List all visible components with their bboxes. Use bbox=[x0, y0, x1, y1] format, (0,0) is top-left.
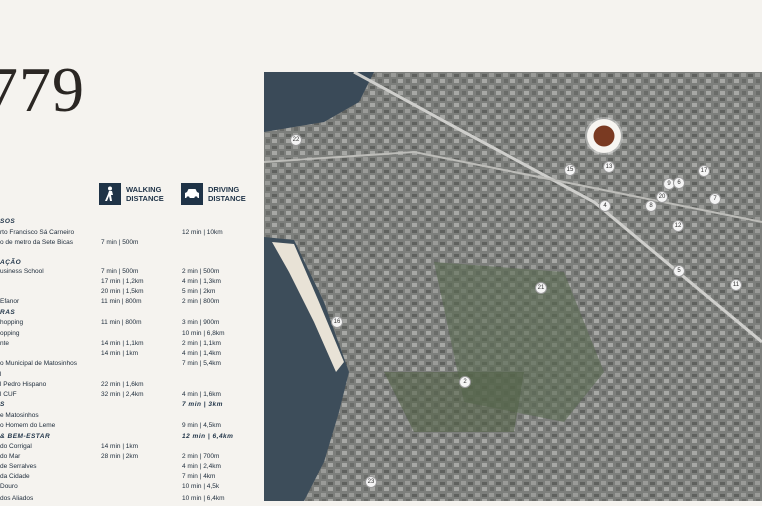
driving-distance: 2 min | 700m bbox=[182, 453, 220, 460]
driving-distance: 4 min | 1,3km bbox=[182, 278, 221, 285]
map-pin[interactable]: 2 bbox=[459, 376, 471, 388]
driving-distance: 4 min | 1,4km bbox=[182, 350, 221, 357]
map-pin[interactable]: 20 bbox=[656, 191, 668, 203]
driving-distance: 2 min | 800m bbox=[182, 298, 220, 305]
map-pin[interactable]: 22 bbox=[290, 134, 302, 146]
walking-distance: 32 min | 2,4km bbox=[101, 391, 144, 398]
place-label: o Homem do Leme bbox=[0, 422, 56, 429]
driving-distance: 12 min | 6,4km bbox=[182, 433, 234, 440]
location-map[interactable]: 22 15 13 17 9 6 7 4 8 12 5 11 21 16 2 23 20 bbox=[264, 72, 762, 501]
place-label: l CUF bbox=[0, 391, 17, 398]
map-pin[interactable]: 21 bbox=[535, 282, 547, 294]
map-pin[interactable]: 4 bbox=[599, 200, 611, 212]
driving-distance: 7 min | 5,4km bbox=[182, 360, 221, 367]
place-label: dos Aliados bbox=[0, 495, 34, 502]
place-label: do Mar bbox=[0, 453, 21, 460]
map-pin[interactable]: 8 bbox=[645, 200, 657, 212]
walking-distance: 22 min | 1,6km bbox=[101, 381, 144, 388]
walking-distance: 20 min | 1,5km bbox=[101, 288, 144, 295]
driving-distance: 10 min | 6,8km bbox=[182, 330, 225, 337]
place-label: do Corrigal bbox=[0, 443, 32, 450]
place-label: Douro bbox=[0, 483, 18, 490]
driving-distance: 4 min | 2,4km bbox=[182, 463, 221, 470]
place-label: e Matosinhos bbox=[0, 412, 39, 419]
walking-distance: 14 min | 1km bbox=[101, 443, 139, 450]
driving-distance: 3 min | 900m bbox=[182, 319, 220, 326]
place-label: o Municipal de Matosinhos bbox=[0, 360, 77, 367]
map-pin[interactable]: 13 bbox=[603, 161, 615, 173]
map-pin[interactable]: 16 bbox=[331, 316, 343, 328]
place-label: usiness School bbox=[0, 268, 44, 275]
place-label: l Pedro Hispano bbox=[0, 381, 47, 388]
driving-distance: 7 min | 4km bbox=[182, 473, 216, 480]
driving-legend: DRIVING DISTANCE bbox=[181, 183, 246, 205]
property-location-marker bbox=[585, 117, 623, 155]
place-label: l bbox=[0, 371, 2, 378]
driving-distance: 2 min | 1,1km bbox=[182, 340, 221, 347]
walking-distance: 11 min | 800m bbox=[101, 298, 142, 305]
driving-distance: 10 min | 6,4km bbox=[182, 495, 225, 502]
place-label: da Cidade bbox=[0, 473, 30, 480]
walking-distance: 17 min | 1,2km bbox=[101, 278, 144, 285]
place-label: SOS bbox=[0, 218, 16, 225]
map-pin[interactable]: 11 bbox=[730, 279, 742, 291]
map-image bbox=[264, 72, 762, 501]
walking-distance: 7 min | 500m bbox=[101, 239, 139, 246]
page-title: 779 bbox=[0, 54, 85, 125]
place-label: AÇÃO bbox=[0, 259, 22, 266]
driving-distance: 4 min | 1,6km bbox=[182, 391, 221, 398]
place-label: & BEM-ESTAR bbox=[0, 433, 51, 440]
walking-legend: WALKING DISTANCE bbox=[99, 183, 164, 205]
driving-distance: 12 min | 10km bbox=[182, 229, 223, 236]
place-label: Efanor bbox=[0, 298, 20, 305]
walking-distance-label: WALKING DISTANCE bbox=[126, 184, 164, 203]
walking-distance: 14 min | 1km bbox=[101, 350, 139, 357]
place-label: opping bbox=[0, 330, 20, 337]
place-label: de Serralves bbox=[0, 463, 37, 470]
car-icon bbox=[181, 183, 203, 205]
map-pin[interactable]: 15 bbox=[564, 164, 576, 176]
walking-distance: 7 min | 500m bbox=[101, 268, 139, 275]
driving-distance: 5 min | 2km bbox=[182, 288, 216, 295]
driving-distance: 9 min | 4,5km bbox=[182, 422, 221, 429]
map-pin[interactable]: 17 bbox=[698, 165, 710, 177]
driving-distance: 2 min | 500m bbox=[182, 268, 220, 275]
place-label: o de metro da Sete Bicas bbox=[0, 239, 73, 246]
place-label: hopping bbox=[0, 319, 24, 326]
map-pin[interactable]: 5 bbox=[673, 265, 685, 277]
place-label: nte bbox=[0, 340, 10, 347]
place-label: rto Francisco Sá Carneiro bbox=[0, 229, 75, 236]
walking-person-icon bbox=[99, 183, 121, 205]
map-pin[interactable]: 23 bbox=[365, 476, 377, 488]
walking-distance: 11 min | 800m bbox=[101, 319, 142, 326]
driving-distance: 7 min | 3km bbox=[182, 401, 223, 408]
driving-distance-label: DRIVING DISTANCE bbox=[208, 184, 246, 203]
place-label: S bbox=[0, 401, 5, 408]
map-pin[interactable]: 12 bbox=[672, 220, 684, 232]
map-pin[interactable]: 6 bbox=[673, 177, 685, 189]
map-pin[interactable]: 7 bbox=[709, 193, 721, 205]
walking-distance: 14 min | 1,1km bbox=[101, 340, 144, 347]
place-label: RAS bbox=[0, 309, 16, 316]
walking-distance: 28 min | 2km bbox=[101, 453, 139, 460]
driving-distance: 10 min | 4,5k bbox=[182, 483, 220, 490]
